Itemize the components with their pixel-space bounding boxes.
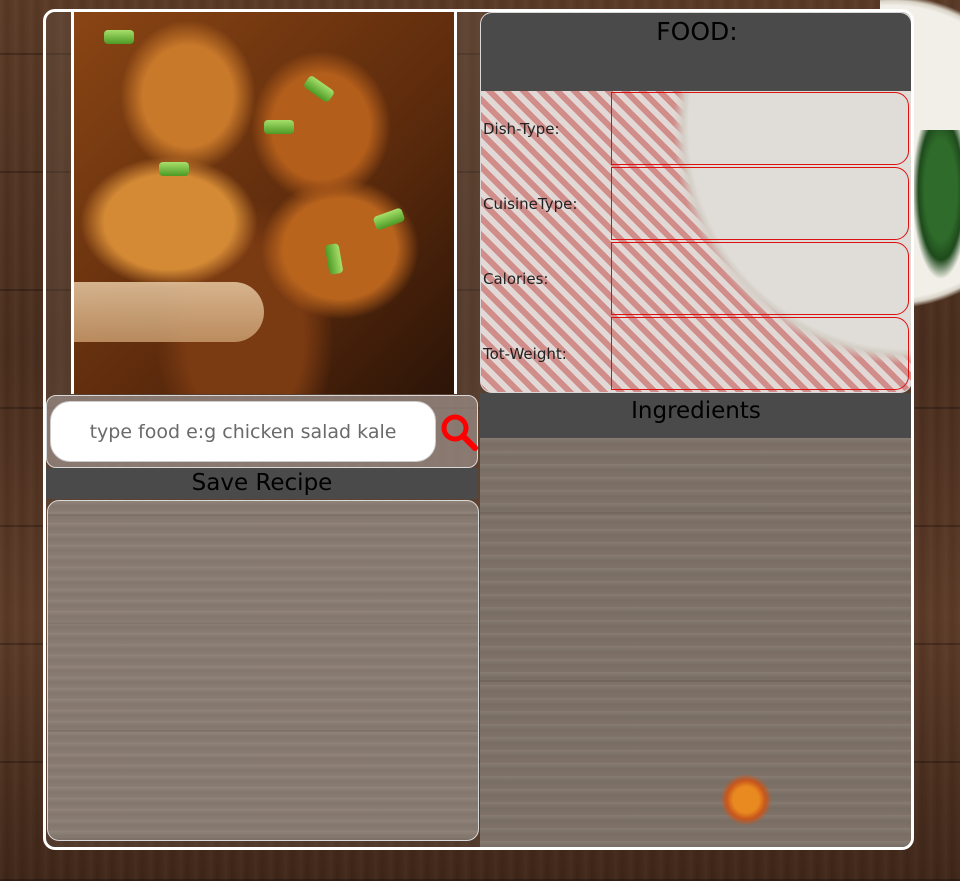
cuisine-type-value — [611, 167, 909, 240]
search-button[interactable] — [439, 412, 479, 452]
garnish-image — [324, 243, 344, 275]
garnish-image — [159, 162, 189, 176]
leaf-image — [709, 759, 785, 835]
garnish-image — [264, 120, 294, 134]
ingredients-title: Ingredients — [480, 393, 911, 438]
saved-recipes-panel — [47, 500, 479, 841]
garnish-image — [302, 74, 336, 104]
cuisine-type-label: CuisineType: — [483, 195, 578, 213]
garnish-image — [104, 30, 134, 44]
dish-type-value — [611, 92, 909, 165]
background-greens-image — [912, 130, 960, 280]
save-recipe-title: Save Recipe — [46, 468, 478, 499]
dish-type-row: Dish-Type: — [481, 92, 911, 167]
app-container: Save Recipe FOOD: Dish-Type: CuisineType… — [43, 9, 914, 850]
total-weight-label: Tot-Weight: — [483, 345, 567, 363]
ingredients-panel — [480, 438, 911, 847]
food-photo — [71, 12, 457, 394]
total-weight-value — [611, 317, 909, 390]
search-input[interactable] — [50, 401, 436, 462]
calories-row: Calories: — [481, 242, 911, 317]
search-icon — [441, 414, 478, 451]
food-info-card: FOOD: Dish-Type: CuisineType: Calories: … — [480, 12, 911, 393]
food-info-table: Dish-Type: CuisineType: Calories: Tot-We… — [481, 92, 911, 392]
garnish-image — [372, 207, 406, 231]
dish-type-label: Dish-Type: — [483, 120, 560, 138]
food-title: FOOD: — [481, 13, 911, 91]
total-weight-row: Tot-Weight: — [481, 317, 911, 392]
search-bar — [46, 395, 478, 468]
calories-label: Calories: — [483, 270, 549, 288]
cuisine-type-row: CuisineType: — [481, 167, 911, 242]
calories-value — [611, 242, 909, 315]
spoon-image — [74, 282, 264, 342]
